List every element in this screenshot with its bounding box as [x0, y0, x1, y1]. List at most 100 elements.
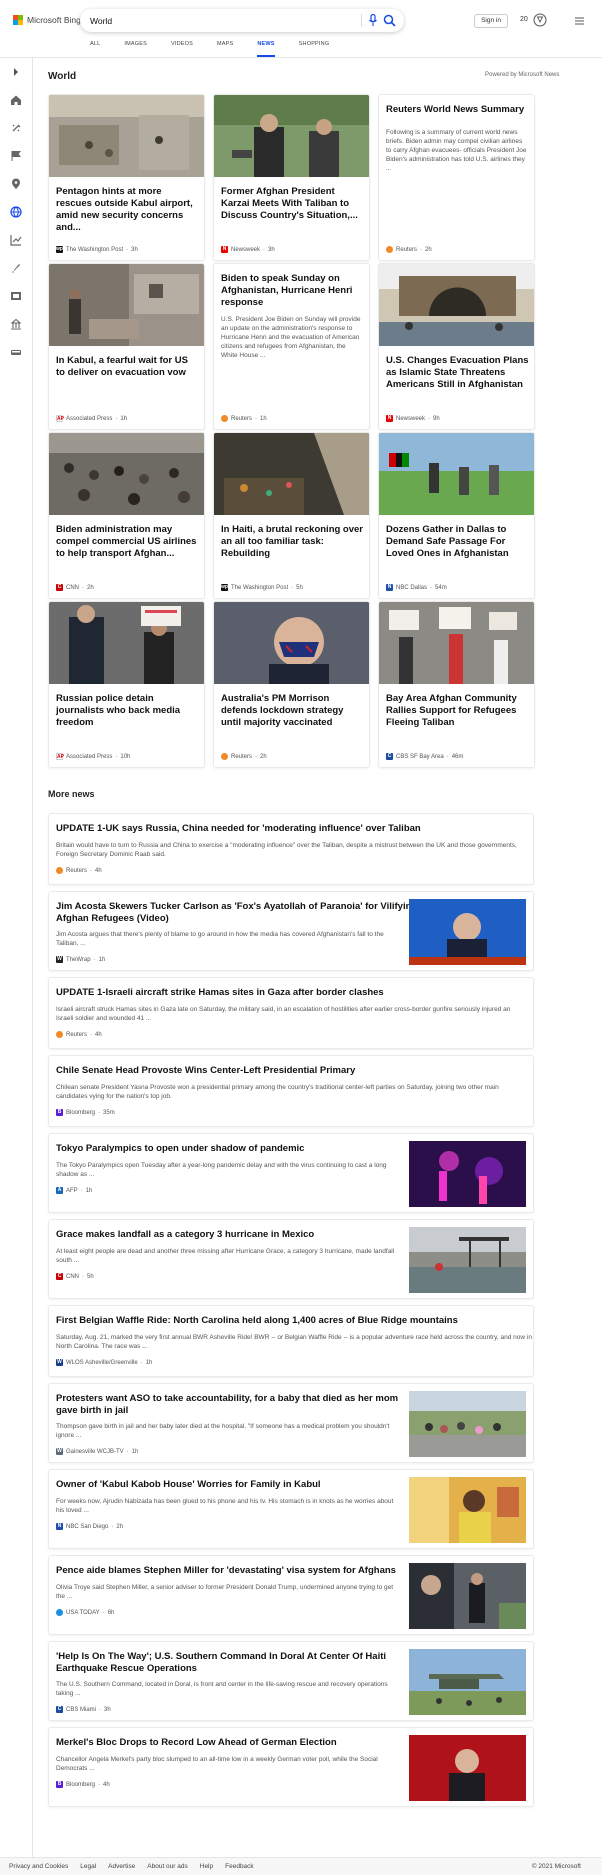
newsweek-icon: N [221, 246, 228, 253]
card-image [379, 602, 534, 684]
search-icon[interactable] [383, 14, 396, 27]
item-title[interactable]: UPDATE 1-Israeli aircraft strike Hamas s… [56, 987, 384, 999]
card-title[interactable]: Bay Area Afghan Community Rallies Suppor… [386, 693, 529, 729]
sign-in-button[interactable]: Sign in [474, 14, 508, 28]
bloomberg-icon: B [56, 1781, 63, 1788]
item-thumbnail [409, 1649, 526, 1715]
item-source: W Gainesville WCJB-TV · 1h [56, 1448, 139, 1455]
card-title[interactable]: Biden administration may compel commerci… [56, 524, 199, 560]
more-news-item[interactable]: Grace makes landfall as a category 3 hur… [48, 1219, 534, 1299]
news-card[interactable]: Pentagon hints at more rescues outside K… [48, 94, 205, 261]
card-title[interactable]: U.S. Changes Evacuation Plans as Islamic… [386, 355, 529, 391]
search-input[interactable] [90, 13, 350, 28]
film-icon[interactable] [10, 290, 22, 302]
sparkle-icon[interactable] [10, 122, 22, 134]
card-title[interactable]: Former Afghan President Karzai Meets Wit… [221, 186, 364, 222]
item-title[interactable]: First Belgian Waffle Ride: North Carolin… [56, 1315, 458, 1327]
item-title[interactable]: Jim Acosta Skewers Tucker Carlson as 'Fo… [56, 901, 417, 925]
building-icon[interactable] [10, 318, 22, 330]
card-image [379, 264, 534, 346]
news-card[interactable]: U.S. Changes Evacuation Plans as Islamic… [378, 263, 535, 430]
footer-link-privacy[interactable]: Privacy and Cookies [9, 1863, 68, 1870]
item-source: B Bloomberg · 35m [56, 1109, 115, 1116]
news-card[interactable]: Former Afghan President Karzai Meets Wit… [213, 94, 370, 261]
news-card[interactable]: Russian police detain journalists who ba… [48, 601, 205, 768]
more-news-item[interactable]: Tokyo Paralympics to open under shadow o… [48, 1133, 534, 1213]
tab-all[interactable]: ALL [90, 41, 110, 53]
footer-link-help[interactable]: Help [200, 1863, 213, 1870]
thewrap-icon: W [56, 956, 63, 963]
tab-maps[interactable]: MAPS [217, 41, 243, 53]
card-title[interactable]: In Haiti, a brutal reckoning over an all… [221, 524, 364, 560]
card-title[interactable]: Australia's PM Morrison defends lockdown… [221, 693, 364, 729]
news-card[interactable]: In Kabul, a fearful wait for US to deliv… [48, 263, 205, 430]
card-title[interactable]: Pentagon hints at more rescues outside K… [56, 186, 199, 234]
location-icon[interactable] [10, 178, 22, 190]
chevron-right-icon[interactable] [10, 66, 22, 78]
item-title[interactable]: Chile Senate Head Provoste Wins Center-L… [56, 1065, 355, 1077]
car-icon[interactable] [10, 346, 22, 358]
card-source: AP Associated Press · 1h [56, 415, 128, 422]
news-card[interactable]: Reuters World News Summary Following is … [378, 94, 535, 261]
item-description: North Carolina. The race was ... [56, 1343, 148, 1350]
globe-icon[interactable] [10, 206, 22, 218]
news-card[interactable]: Biden administration may compel commerci… [48, 432, 205, 599]
item-description: south ... [56, 1257, 80, 1264]
news-card[interactable]: Biden to speak Sunday on Afghanistan, Hu… [213, 263, 370, 430]
rewards-medal-icon[interactable] [533, 13, 547, 27]
more-news-item[interactable]: First Belgian Waffle Ride: North Carolin… [48, 1305, 534, 1377]
item-title[interactable]: 'Help Is On The Way'; U.S. Southern Comm… [56, 1651, 386, 1675]
card-title[interactable]: Biden to speak Sunday on Afghanistan, Hu… [221, 273, 364, 309]
card-image [49, 264, 204, 346]
item-title[interactable]: Protesters want ASO to take accountabili… [56, 1393, 398, 1417]
more-news-item[interactable]: UPDATE 1-Israeli aircraft strike Hamas s… [48, 977, 534, 1049]
more-news-item[interactable]: Merkel's Bloc Drops to Record Low Ahead … [48, 1727, 534, 1807]
rewards-count[interactable]: 20 [520, 16, 528, 23]
item-description: For weeks now, Ajrudin Nabizada has been… [56, 1498, 394, 1505]
footer-link-advertise[interactable]: Advertise [108, 1863, 135, 1870]
more-news-item[interactable]: Chile Senate Head Provoste Wins Center-L… [48, 1055, 534, 1127]
item-title[interactable]: UPDATE 1-UK says Russia, China needed fo… [56, 823, 421, 835]
item-title[interactable]: Grace makes landfall as a category 3 hur… [56, 1229, 314, 1241]
more-news-item[interactable]: UPDATE 1-UK says Russia, China needed fo… [48, 813, 534, 885]
microphone-icon[interactable] [368, 14, 378, 27]
footer-link-legal[interactable]: Legal [80, 1863, 96, 1870]
footer-link-feedback[interactable]: Feedback [225, 1863, 254, 1870]
news-card[interactable]: Bay Area Afghan Community Rallies Suppor… [378, 601, 535, 768]
bing-logo[interactable]: Microsoft Bing [13, 15, 81, 25]
more-news-item[interactable]: Owner of 'Kabul Kabob House' Worries for… [48, 1469, 534, 1549]
card-title[interactable]: Dozens Gather in Dallas to Demand Safe P… [386, 524, 529, 560]
item-title[interactable]: Pence aide blames Stephen Miller for 'de… [56, 1565, 396, 1577]
rocket-icon[interactable] [10, 262, 22, 274]
item-description: candidates vying for the nation's top jo… [56, 1093, 172, 1100]
item-description: Jim Acosta argues that there's plenty of… [56, 931, 384, 938]
card-title[interactable]: Reuters World News Summary [386, 104, 529, 116]
footer-links: Privacy and Cookies Legal Advertise Abou… [9, 1863, 254, 1870]
tab-images[interactable]: IMAGES [124, 41, 157, 53]
more-news-item[interactable]: Protesters want ASO to take accountabili… [48, 1383, 534, 1463]
news-card[interactable]: In Haiti, a brutal reckoning over an all… [213, 432, 370, 599]
news-card[interactable]: Australia's PM Morrison defends lockdown… [213, 601, 370, 768]
item-source: C CNN · 5h [56, 1273, 94, 1280]
tab-news[interactable]: NEWS [257, 41, 284, 57]
card-description: U.S. President Joe Biden on Sunday will … [221, 316, 361, 359]
card-source: Reuters · 2h [221, 753, 267, 760]
more-news-item[interactable]: 'Help Is On The Way'; U.S. Southern Comm… [48, 1641, 534, 1721]
card-title[interactable]: Russian police detain journalists who ba… [56, 693, 199, 729]
flag-icon[interactable] [10, 150, 22, 162]
footer-link-about-ads[interactable]: About our ads [147, 1863, 187, 1870]
more-news-item[interactable]: Jim Acosta Skewers Tucker Carlson as 'Fo… [48, 891, 534, 971]
item-title[interactable]: Merkel's Bloc Drops to Record Low Ahead … [56, 1737, 337, 1749]
menu-icon[interactable] [575, 17, 584, 25]
tab-videos[interactable]: VIDEOS [171, 41, 203, 53]
home-icon[interactable] [10, 94, 22, 106]
more-news-item[interactable]: Pence aide blames Stephen Miller for 'de… [48, 1555, 534, 1635]
item-title[interactable]: Tokyo Paralympics to open under shadow o… [56, 1143, 304, 1155]
item-thumbnail [409, 1563, 526, 1629]
card-title[interactable]: In Kabul, a fearful wait for US to deliv… [56, 355, 199, 379]
chart-icon[interactable] [10, 234, 22, 246]
news-card[interactable]: Dozens Gather in Dallas to Demand Safe P… [378, 432, 535, 599]
tab-shopping[interactable]: SHOPPING [299, 41, 340, 53]
item-title[interactable]: Owner of 'Kabul Kabob House' Worries for… [56, 1479, 321, 1491]
search-box [80, 9, 404, 32]
